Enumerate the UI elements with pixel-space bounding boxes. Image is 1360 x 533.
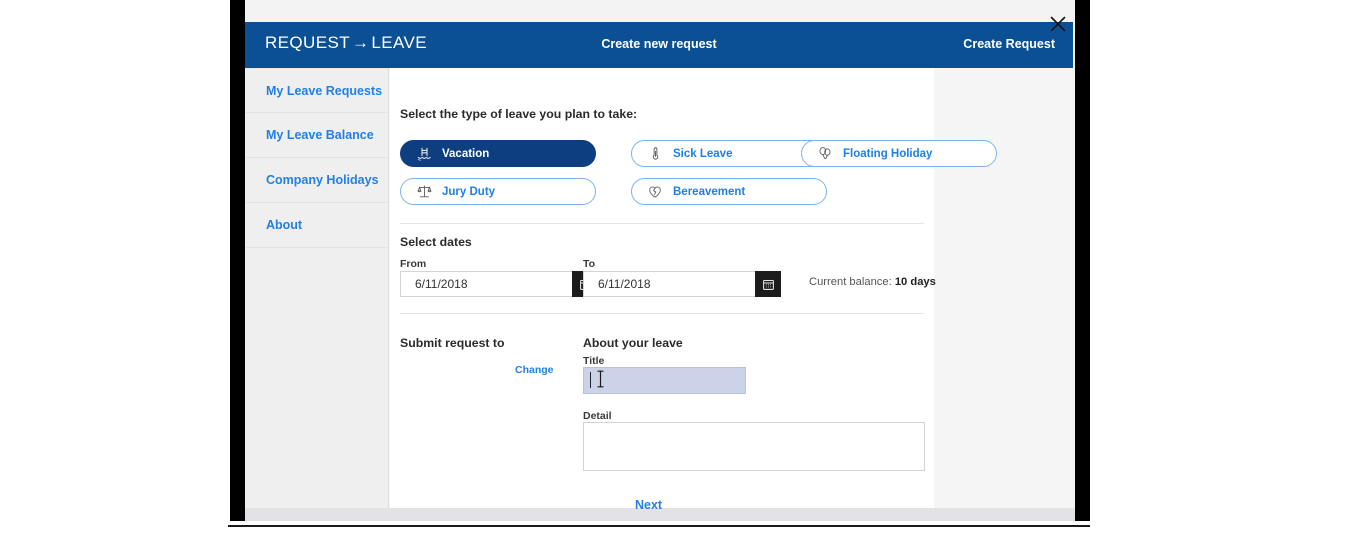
to-date-label: To [583,258,596,270]
sidebar-item-company-holidays[interactable]: Company Holidays [245,158,388,203]
title-input[interactable] [583,367,746,394]
balloons-icon [814,146,836,161]
leave-type-label: Jury Duty [442,185,496,198]
right-black-bar [1075,0,1090,521]
sidebar-item-label: My Leave Requests [266,84,383,98]
to-date-input[interactable] [583,271,755,297]
sidebar-nav: My Leave Requests My Leave Balance Compa… [245,68,389,508]
leave-type-sick-leave-button[interactable]: Sick Leave [631,140,827,167]
detail-field-label: Detail [583,410,612,422]
request-form-panel: Select the type of leave you plan to tak… [390,68,997,512]
current-balance-text: Current balance: 10 days [809,276,936,288]
leave-type-bereavement-button[interactable]: Bereavement [631,178,827,205]
to-calendar-icon[interactable] [755,271,781,297]
leave-request-app: REQUEST → LEAVE Create new request Create … [245,22,1073,512]
leave-type-floating-holiday-button[interactable]: Floating Holiday [801,140,997,167]
detail-textarea[interactable] [583,422,925,471]
next-button[interactable]: Next [635,498,662,512]
balance-value: 10 days [894,276,936,288]
page-title: Create new request [601,37,717,51]
screenshot-root: REQUEST → LEAVE Create new request Create … [0,0,1360,533]
sidebar-item-label: About [266,218,303,232]
about-your-leave-heading: About your leave [583,336,683,350]
sidebar-item-label: Company Holidays [266,173,379,187]
leave-type-jury-duty-button[interactable]: Jury Duty [400,178,596,205]
app-header: REQUEST → LEAVE Create new request Create … [245,22,1073,68]
content-right-filler [934,68,1073,508]
from-date-group [400,271,598,297]
balance-label: Current balance: [809,276,892,288]
ibeam-cursor-icon [596,369,605,389]
title-field-label: Title [583,355,605,367]
from-date-input[interactable] [400,271,572,297]
leave-type-vacation-button[interactable]: Vacation [400,140,596,167]
sidebar-item-my-leave-requests[interactable]: My Leave Requests [245,68,388,113]
change-approver-link[interactable]: Change [515,364,554,376]
create-request-button[interactable]: Create Request [963,37,1055,51]
sidebar-item-label: My Leave Balance [266,128,374,142]
to-date-group [583,271,781,297]
leave-type-label: Sick Leave [673,147,733,160]
broken-heart-icon [644,184,666,199]
sidebar-item-about[interactable]: About [245,203,388,248]
sidebar-item-my-leave-balance[interactable]: My Leave Balance [245,113,388,158]
close-icon[interactable] [1047,13,1069,35]
leave-type-label: Bereavement [673,185,746,198]
text-caret [590,372,591,388]
submit-request-to-heading: Submit request to [400,336,505,350]
from-date-label: From [400,258,427,270]
section-divider [400,313,924,314]
scales-icon [413,184,435,199]
leave-type-label: Vacation [442,147,490,160]
left-black-bar [230,0,245,521]
leave-type-prompt: Select the type of leave you plan to tak… [400,107,638,121]
select-dates-heading: Select dates [400,235,472,249]
thermometer-icon [644,146,666,161]
section-divider [400,223,924,224]
pool-ladder-icon [413,146,435,161]
leave-type-label: Floating Holiday [843,147,933,160]
